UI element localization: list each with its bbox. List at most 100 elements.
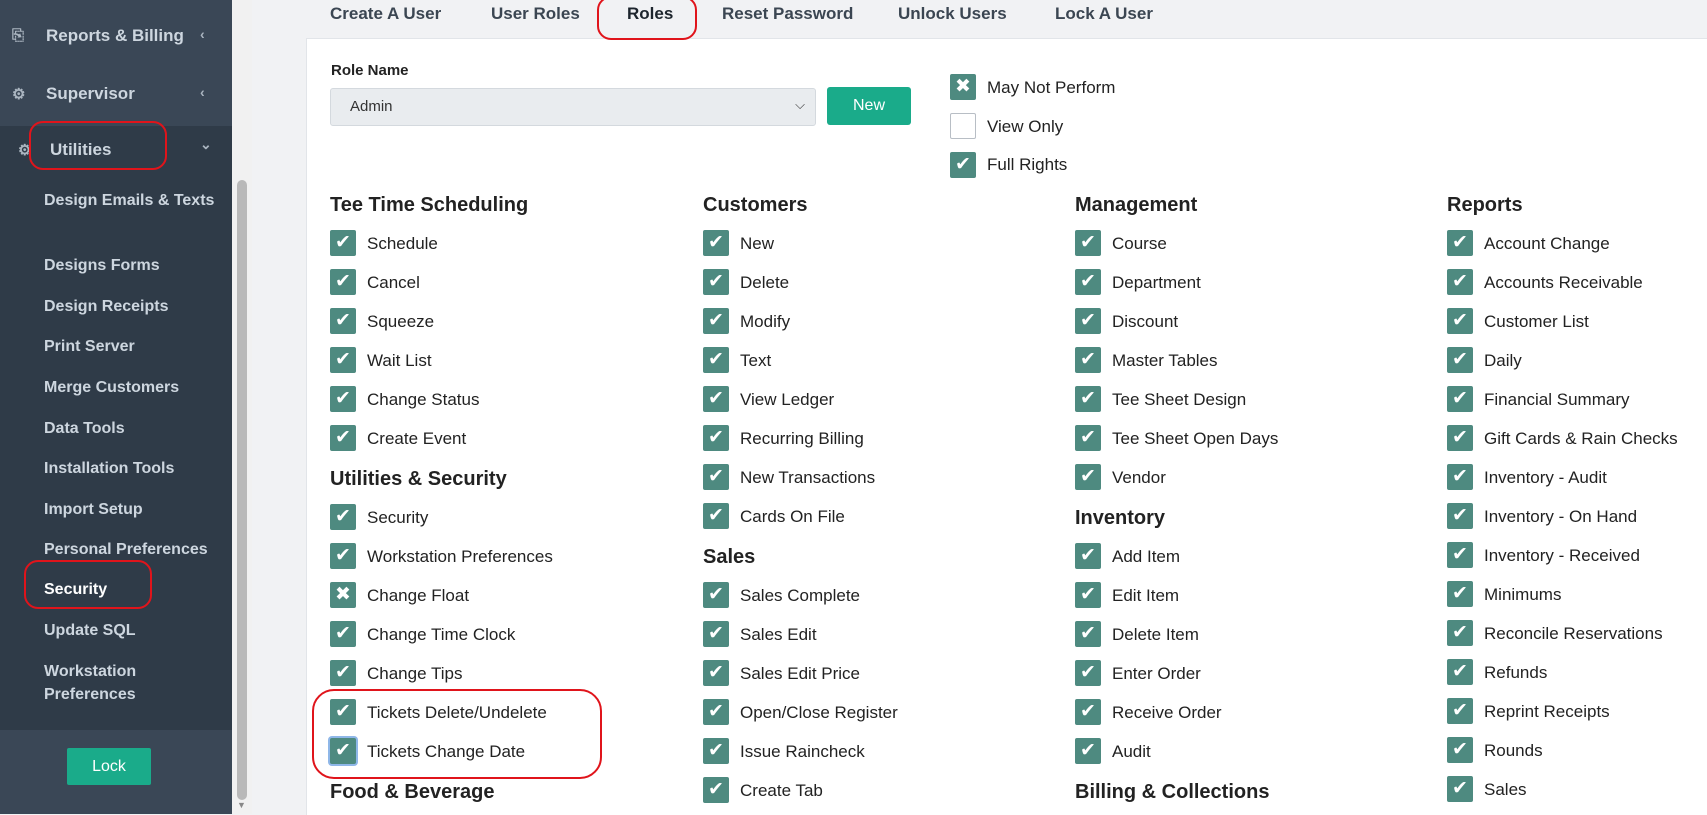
permission-checkbox[interactable]: ✔: [1075, 660, 1101, 686]
role-name-select[interactable]: Admin ⌵: [330, 88, 816, 126]
permission-checkbox[interactable]: ✔: [330, 386, 356, 412]
lock-button[interactable]: Lock: [67, 748, 151, 785]
permission-checkbox[interactable]: ✔: [1447, 737, 1473, 763]
sidebar-link-design-receipts[interactable]: Design Receipts: [44, 295, 224, 318]
sidebar-link-workstation-preferences[interactable]: Workstation Preferences: [44, 660, 194, 706]
sidebar-link-design-emails[interactable]: Design Emails & Texts: [44, 189, 224, 212]
permission-checkbox[interactable]: ✔: [703, 347, 729, 373]
permission-label: Wait List: [367, 351, 432, 370]
permission-checkbox[interactable]: ✔: [1075, 543, 1101, 569]
sidebar-link-designs-forms[interactable]: Designs Forms: [44, 254, 224, 277]
permission-checkbox[interactable]: ✔: [330, 543, 356, 569]
permission-label: Sales Complete: [740, 586, 861, 605]
permission-checkbox[interactable]: ✔: [330, 347, 356, 373]
permission-checkbox[interactable]: ✔: [703, 621, 729, 647]
permission-checkbox[interactable]: ✔: [1075, 386, 1101, 412]
permission-checkbox[interactable]: ✔: [330, 660, 356, 686]
permission-checkbox[interactable]: ✔: [1447, 386, 1473, 412]
permission-checkbox[interactable]: ✔: [703, 230, 729, 256]
permission-checkbox[interactable]: ✔: [1075, 425, 1101, 451]
permission-checkbox[interactable]: ✔: [1075, 347, 1101, 373]
permission-checkbox[interactable]: ✔: [330, 425, 356, 451]
permission-checkbox[interactable]: ✔: [703, 777, 729, 803]
permission-checkbox[interactable]: ✔: [1447, 347, 1473, 373]
permission-checkbox[interactable]: ✔: [1447, 308, 1473, 334]
sidebar-item-reports-billing[interactable]: ⎘ Reports & Billing ‹: [0, 18, 232, 58]
permission-checkbox[interactable]: ✔: [1075, 308, 1101, 334]
permission-checkbox[interactable]: ✔: [703, 269, 729, 295]
scrollbar-thumb[interactable]: [237, 180, 247, 800]
permission-checkbox[interactable]: ✔: [1447, 581, 1473, 607]
permission-checkbox[interactable]: ✔: [1447, 269, 1473, 295]
permission-checkbox[interactable]: ✔: [703, 582, 729, 608]
sidebar-link-data-tools[interactable]: Data Tools: [44, 417, 224, 440]
legend-x-checkbox: ✖: [950, 74, 976, 100]
tab-user-roles[interactable]: User Roles: [491, 4, 580, 24]
permission-checkbox[interactable]: ✔: [1075, 621, 1101, 647]
permission-checkbox[interactable]: ✔: [703, 503, 729, 529]
scroll-down-icon[interactable]: ▼: [237, 800, 246, 810]
new-role-button[interactable]: New: [827, 87, 911, 125]
permission-checkbox[interactable]: ✔: [1075, 738, 1101, 764]
tab-create-a-user[interactable]: Create A User: [330, 4, 441, 24]
permission-label: Sales Edit Price: [740, 664, 860, 683]
permission-checkbox[interactable]: ✔: [330, 308, 356, 334]
permission-checkbox[interactable]: ✖: [330, 582, 356, 608]
permission-checkbox[interactable]: ✔: [1447, 620, 1473, 646]
permission-checkbox[interactable]: ✔: [1447, 659, 1473, 685]
permission-label: Issue Raincheck: [740, 742, 865, 761]
permission-checkbox[interactable]: ✔: [1447, 503, 1473, 529]
section-title: Management: [1075, 194, 1198, 216]
permission-checkbox[interactable]: ✔: [1447, 464, 1473, 490]
tab-unlock-users[interactable]: Unlock Users: [898, 4, 1007, 24]
permission-label: Department: [1112, 273, 1201, 292]
sidebar-link-personal-preferences[interactable]: Personal Preferences: [44, 538, 224, 561]
tab-lock-a-user[interactable]: Lock A User: [1055, 4, 1153, 24]
permission-label: Delete Item: [1112, 625, 1199, 644]
sidebar-link-import-setup[interactable]: Import Setup: [44, 498, 224, 521]
permission-checkbox[interactable]: ✔: [703, 386, 729, 412]
permission-label: Change Status: [367, 390, 480, 409]
permission-checkbox[interactable]: ✔: [703, 738, 729, 764]
permission-checkbox[interactable]: ✔: [1075, 269, 1101, 295]
section-title: Reports: [1447, 194, 1523, 216]
permission-checkbox[interactable]: ✔: [703, 308, 729, 334]
permission-label: Rounds: [1484, 741, 1543, 760]
permission-label: Inventory - Audit: [1484, 468, 1607, 487]
permission-checkbox[interactable]: ✔: [330, 621, 356, 647]
permission-checkbox[interactable]: ✔: [1447, 542, 1473, 568]
permission-checkbox[interactable]: ✔: [1447, 425, 1473, 451]
highlight-utilities: [29, 121, 167, 170]
permission-checkbox[interactable]: ✔: [1075, 464, 1101, 490]
permission-label: View Ledger: [740, 390, 835, 409]
permission-checkbox[interactable]: ✔: [703, 699, 729, 725]
highlight-security: [24, 560, 152, 609]
permission-checkbox[interactable]: ✔: [1075, 582, 1101, 608]
permission-checkbox[interactable]: ✔: [330, 269, 356, 295]
permission-checkbox[interactable]: ✔: [703, 425, 729, 451]
sidebar-link-print-server[interactable]: Print Server: [44, 335, 224, 358]
permission-checkbox[interactable]: ✔: [330, 230, 356, 256]
sidebar-item-supervisor[interactable]: ⚙ Supervisor ‹: [0, 76, 232, 116]
permission-checkbox[interactable]: ✔: [703, 660, 729, 686]
permission-label: Modify: [740, 312, 791, 331]
legend-empty-checkbox: [950, 113, 976, 139]
permission-checkbox[interactable]: ✔: [1075, 699, 1101, 725]
legend-label: View Only: [987, 117, 1064, 136]
sidebar-link-update-sql[interactable]: Update SQL: [44, 619, 224, 642]
permission-checkbox[interactable]: ✔: [703, 464, 729, 490]
permission-label: Tee Sheet Open Days: [1112, 429, 1279, 448]
sidebar-link-installation-tools[interactable]: Installation Tools: [44, 457, 224, 480]
permission-checkbox[interactable]: ✔: [330, 504, 356, 530]
section-title: Billing & Collections: [1075, 781, 1270, 803]
permission-checkbox[interactable]: ✔: [1447, 698, 1473, 724]
permission-checkbox[interactable]: ✔: [1447, 776, 1473, 802]
permission-label: Open/Close Register: [740, 703, 898, 722]
tab-reset-password[interactable]: Reset Password: [722, 4, 853, 24]
permission-label: Vendor: [1112, 468, 1166, 487]
permission-checkbox[interactable]: ✔: [1447, 230, 1473, 256]
permission-label: Cards On File: [740, 507, 845, 526]
permission-checkbox[interactable]: ✔: [1075, 230, 1101, 256]
sidebar-link-merge-customers[interactable]: Merge Customers: [44, 376, 224, 399]
section-title: Customers: [703, 194, 808, 216]
